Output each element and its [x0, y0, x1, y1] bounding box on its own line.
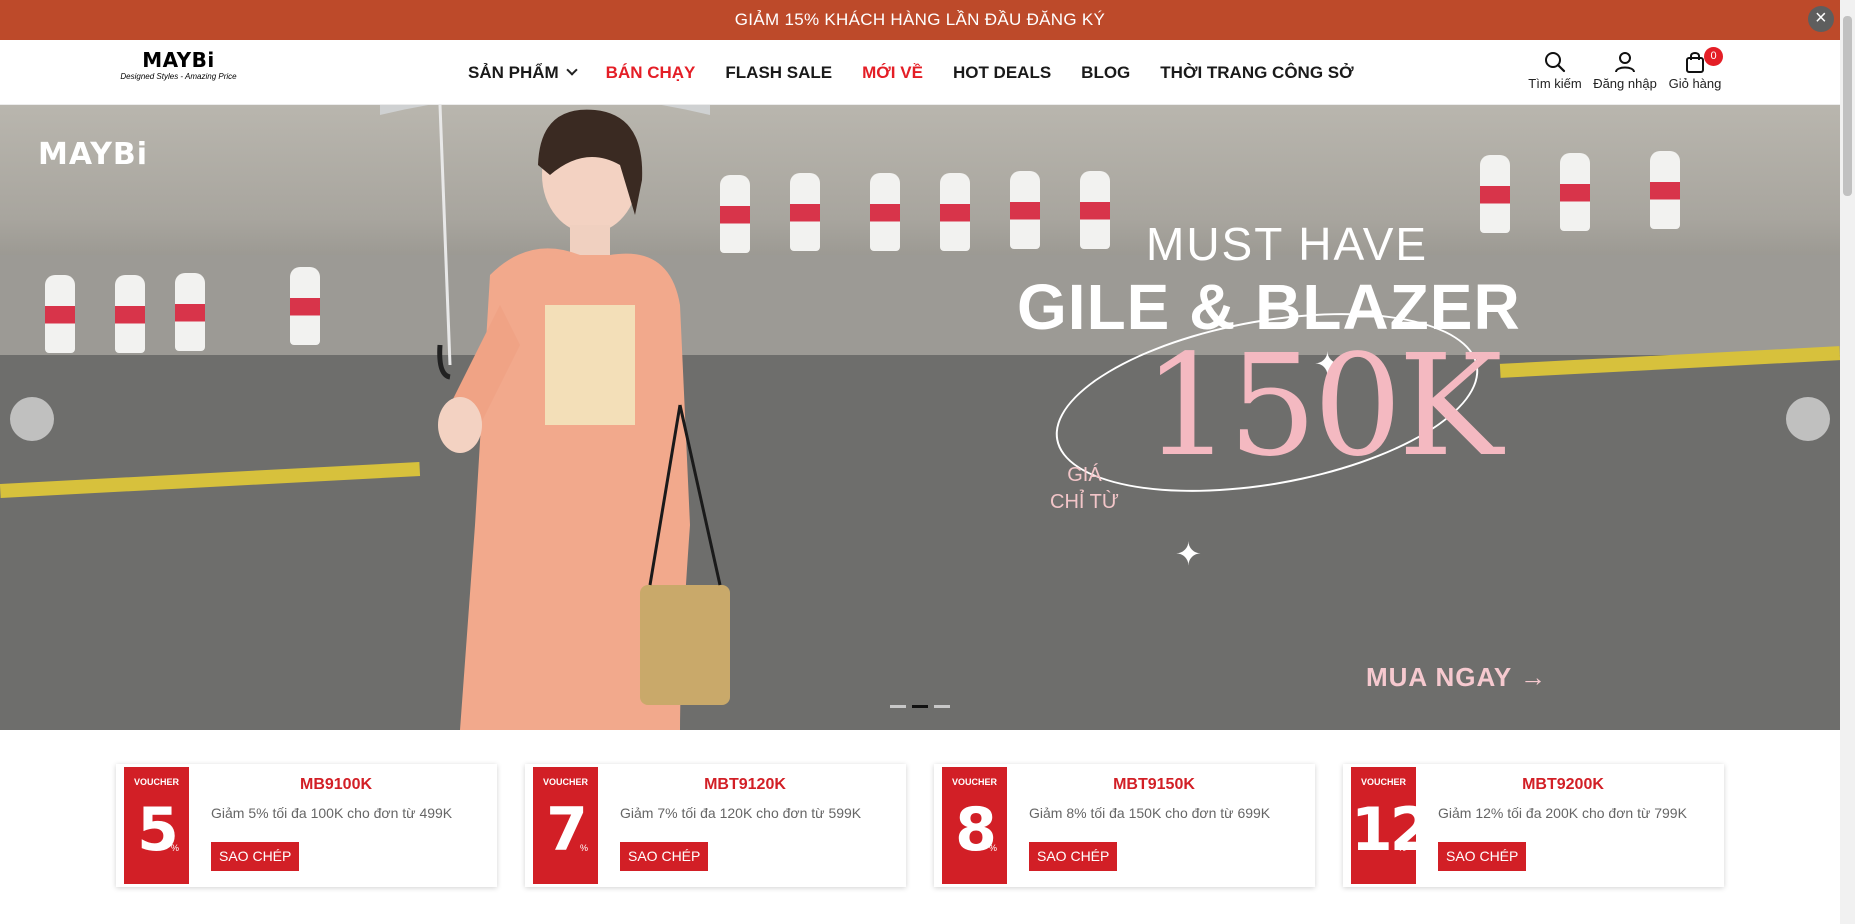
- bollard-graphic: [870, 173, 900, 251]
- copy-voucher-button[interactable]: SAO CHÉP: [1029, 842, 1118, 871]
- nav-item-san-pham[interactable]: SẢN PHẨM: [468, 62, 578, 83]
- main-nav: SẢN PHẨM BÁN CHẠY FLASH SALE MỚI VỀ HOT …: [468, 40, 1384, 105]
- nav-item-flash-sale[interactable]: FLASH SALE: [725, 63, 832, 83]
- carousel-dot-1[interactable]: [890, 705, 906, 708]
- voucher-percent: 5: [137, 795, 179, 865]
- nav-item-ban-chay[interactable]: BÁN CHẠY: [606, 63, 696, 83]
- site-header: MAYBi Designed Styles - Amazing Price SẢ…: [0, 40, 1840, 105]
- bollard-graphic: [1650, 151, 1680, 229]
- announcement-text: GIẢM 15% KHÁCH HÀNG LẦN ĐẦU ĐĂNG KÝ: [734, 10, 1106, 29]
- bollard-graphic: [940, 173, 970, 251]
- price-prefix: GIÁ CHỈ TỪ: [1050, 462, 1119, 516]
- hero-banner[interactable]: MAYBi MUST HAVE GILE & BLAZER ✦ ✦ GIÁ CH…: [0, 105, 1840, 730]
- voucher-description: Giảm 5% tối đa 100K cho đơn từ 499K: [211, 805, 453, 821]
- page-scrollbar[interactable]: [1840, 0, 1855, 924]
- copy-voucher-button[interactable]: SAO CHÉP: [1438, 842, 1527, 871]
- bollard-graphic: [790, 173, 820, 251]
- voucher-badge: VOUCHER 7 %: [533, 767, 598, 884]
- chevron-down-icon: [566, 64, 578, 76]
- voucher-code: MBT9120K: [704, 776, 786, 793]
- price-prefix-line-1: GIÁ: [1067, 464, 1102, 486]
- bollard-graphic: [1480, 155, 1510, 233]
- voucher-percent-sign: %: [170, 843, 179, 853]
- carousel-next-button[interactable]: [1786, 397, 1830, 441]
- voucher-badge: VOUCHER 12 %: [1351, 767, 1432, 884]
- hero-background-road: [0, 355, 1840, 730]
- voucher-code: MBT9200K: [1522, 776, 1604, 793]
- hero-headline-1: MUST HAVE: [1146, 218, 1429, 270]
- voucher-tag: VOUCHER: [133, 777, 179, 787]
- bollard-graphic: [115, 275, 145, 353]
- voucher-percent: 8: [955, 795, 997, 865]
- voucher-tag: VOUCHER: [1360, 777, 1406, 787]
- scrollbar-thumb[interactable]: [1843, 16, 1852, 196]
- voucher-badge: VOUCHER 5 %: [124, 767, 189, 884]
- search-label: Tìm kiếm: [1528, 76, 1582, 91]
- bollard-graphic: [175, 273, 205, 351]
- voucher-card: VOUCHER 7 % MBT9120K Giảm 7% tối đa 120K…: [525, 764, 906, 887]
- voucher-tag: VOUCHER: [542, 777, 588, 787]
- voucher-code: MB9100K: [299, 776, 373, 793]
- carousel-dot-2[interactable]: [912, 705, 928, 708]
- logo-tagline: Designed Styles - Amazing Price: [120, 72, 237, 81]
- voucher-percent-sign: %: [988, 843, 997, 853]
- voucher-description: Giảm 8% tối đa 150K cho đơn từ 699K: [1029, 805, 1271, 821]
- cart-label: Giỏ hàng: [1668, 76, 1722, 91]
- voucher-code: MBT9150K: [1113, 776, 1195, 793]
- nav-item-moi-ve[interactable]: MỚI VỀ: [862, 63, 923, 83]
- voucher-description: Giảm 7% tối đa 120K cho đơn từ 599K: [620, 805, 862, 821]
- bollard-graphic: [290, 267, 320, 345]
- site-logo[interactable]: MAYBi Designed Styles - Amazing Price: [116, 49, 241, 82]
- voucher-description: Giảm 12% tối đa 200K cho đơn từ 799K: [1438, 805, 1687, 821]
- cart-button[interactable]: Giỏ hàng 0: [1660, 47, 1730, 91]
- copy-voucher-button[interactable]: SAO CHÉP: [620, 842, 709, 871]
- carousel-dot-3[interactable]: [934, 705, 950, 708]
- shop-now-link[interactable]: MUA NGAY →: [1366, 662, 1547, 693]
- carousel-prev-button[interactable]: [10, 397, 54, 441]
- bollard-graphic: [1560, 153, 1590, 231]
- nav-item-blog[interactable]: BLOG: [1081, 63, 1130, 83]
- carousel-dots: [890, 705, 956, 708]
- bollard-graphic: [1010, 171, 1040, 249]
- voucher-percent-sign: %: [579, 843, 588, 853]
- voucher-percent: 12: [1351, 795, 1432, 865]
- model-photo: [380, 105, 730, 730]
- voucher-badge: VOUCHER 8 %: [942, 767, 1007, 884]
- sparkle-icon: ✦: [1175, 536, 1202, 572]
- voucher-list: VOUCHER 5 % MB9100K Giảm 5% tối đa 100K …: [116, 764, 1724, 887]
- voucher-card: VOUCHER 8 % MBT9150K Giảm 8% tối đa 150K…: [934, 764, 1315, 887]
- login-button[interactable]: Đăng nhập: [1590, 50, 1660, 91]
- user-icon: [1615, 52, 1635, 73]
- bollard-graphic: [45, 275, 75, 353]
- copy-voucher-button[interactable]: SAO CHÉP: [211, 842, 300, 871]
- voucher-tag: VOUCHER: [951, 777, 997, 787]
- search-button[interactable]: Tìm kiếm: [1520, 50, 1590, 91]
- nav-item-hot-deals[interactable]: HOT DEALS: [953, 63, 1051, 83]
- hero-price: 150K: [1143, 325, 1503, 488]
- close-announcement-button[interactable]: ×: [1808, 6, 1834, 32]
- voucher-percent-sign: %: [1397, 843, 1406, 853]
- logo-wordmark: MAYBi: [142, 48, 215, 72]
- header-actions: Tìm kiếm Đăng nhập Giỏ hàng 0: [1520, 47, 1730, 91]
- voucher-percent: 7: [546, 795, 588, 865]
- hero-logo: MAYBi: [38, 137, 149, 172]
- cart-count-badge: 0: [1704, 47, 1723, 66]
- bollard-graphic: [1080, 171, 1110, 249]
- nav-item-label: SẢN PHẨM: [468, 62, 559, 82]
- hero-background-sidewalk: [0, 255, 1840, 355]
- nav-item-thoi-trang-cong-so[interactable]: THỜI TRANG CÔNG SỞ: [1160, 63, 1353, 83]
- price-prefix-line-2: CHỈ TỪ: [1050, 491, 1119, 513]
- voucher-card: VOUCHER 12 % MBT9200K Giảm 12% tối đa 20…: [1343, 764, 1724, 887]
- login-label: Đăng nhập: [1593, 76, 1657, 91]
- announcement-bar: GIẢM 15% KHÁCH HÀNG LẦN ĐẦU ĐĂNG KÝ ×: [0, 0, 1840, 40]
- voucher-card: VOUCHER 5 % MB9100K Giảm 5% tối đa 100K …: [116, 764, 497, 887]
- search-icon: [1545, 52, 1566, 73]
